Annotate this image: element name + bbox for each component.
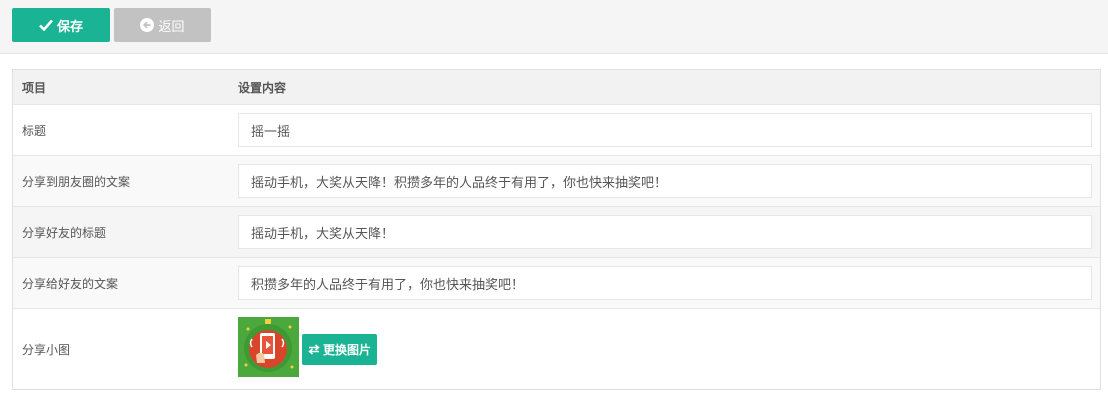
share-thumbnail-image [238,317,299,377]
table-row: 分享好友的标题 [13,207,1100,258]
row-label-share-image: 分享小图 [22,342,71,357]
toolbar: 保存 返回 [0,0,1108,54]
settings-table: 项目 设置内容 标题 分享到朋友圈的文案 分享好友的标题 分享给好友的文案 分享… [12,69,1101,390]
table-row: 标题 [13,105,1100,156]
save-button[interactable]: 保存 [12,8,110,42]
change-image-label: 更换图片 [322,343,371,357]
arrow-circle-left-icon [140,18,155,32]
change-image-button[interactable]: 更换图片 [302,334,377,365]
moments-text-input[interactable] [238,164,1092,198]
exchange-icon [308,344,320,355]
table-header: 项目 设置内容 [13,70,1100,105]
check-icon [39,19,53,31]
save-button-label: 保存 [56,19,83,35]
table-row: 分享小图 更换图片 [13,309,1100,389]
row-label-title: 标题 [22,123,47,138]
column-header-item: 项目 [22,80,47,95]
friend-title-input[interactable] [238,215,1092,249]
back-button[interactable]: 返回 [114,8,211,42]
row-label-friend-title: 分享好友的标题 [22,225,107,240]
column-header-content: 设置内容 [238,80,287,95]
title-input[interactable] [238,113,1092,147]
friend-text-input[interactable] [238,266,1092,300]
row-label-moments-text: 分享到朋友圈的文案 [22,174,131,189]
table-row: 分享到朋友圈的文案 [13,156,1100,207]
row-label-friend-text: 分享给好友的文案 [22,276,119,291]
table-row: 分享给好友的文案 [13,258,1100,309]
back-button-label: 返回 [158,19,185,35]
